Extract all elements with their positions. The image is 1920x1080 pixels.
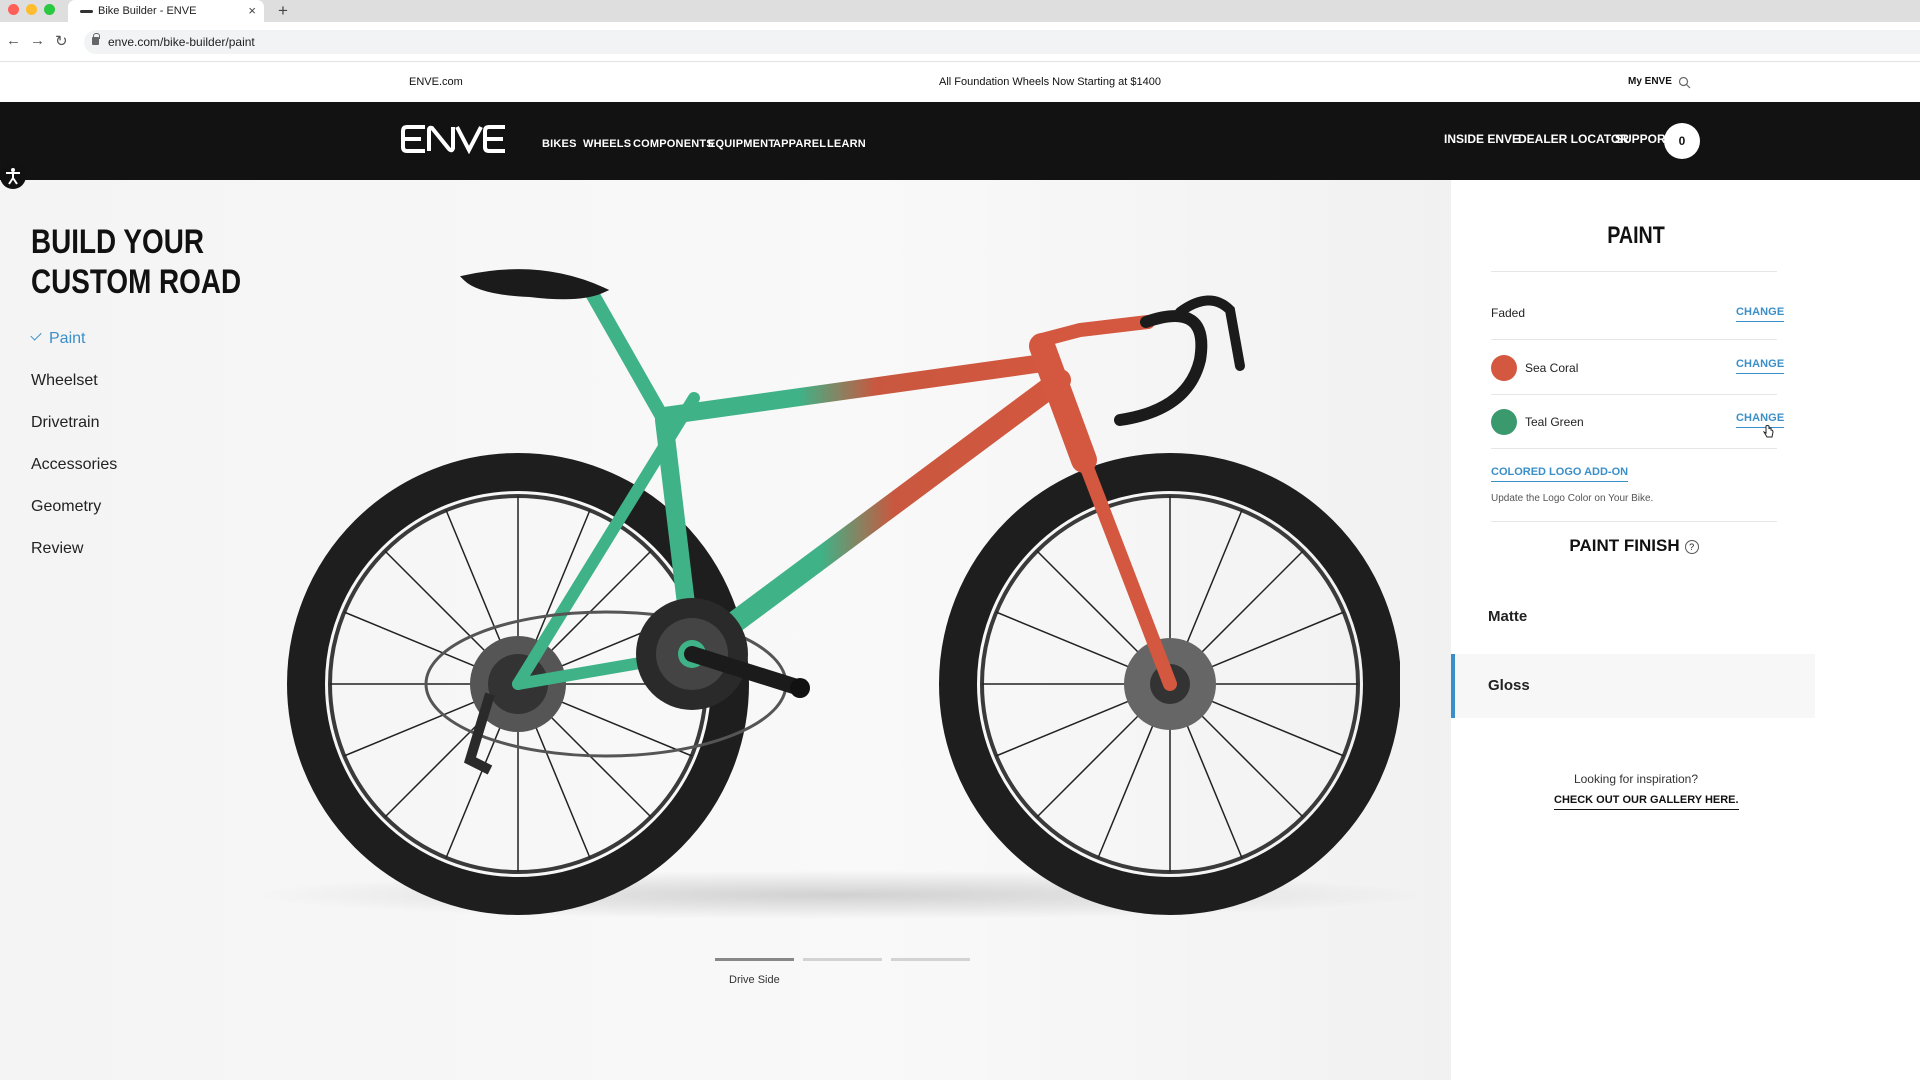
gallery-link[interactable]: CHECK OUT OUR GALLERY HERE. xyxy=(1554,794,1739,810)
color-2-label: Teal Green xyxy=(1525,415,1584,429)
checkmark-icon xyxy=(30,329,42,341)
main-navigation: BIKES WHEELS COMPONENTS EQUIPMENT APPARE… xyxy=(0,102,1920,180)
divider xyxy=(1491,271,1777,272)
step-paint[interactable]: Paint xyxy=(30,329,117,372)
step-label: Drivetrain xyxy=(31,414,100,431)
browser-tab[interactable]: Bike Builder - ENVE × xyxy=(68,0,264,22)
nav-equipment[interactable]: EQUIPMENT xyxy=(708,138,775,150)
finish-option-matte[interactable]: Matte xyxy=(1451,585,1815,649)
forward-button[interactable]: → xyxy=(30,32,45,49)
lock-icon xyxy=(92,33,100,45)
finish-label: Matte xyxy=(1488,608,1528,625)
view-dot-3[interactable] xyxy=(891,958,970,961)
bike-render[interactable] xyxy=(280,250,1400,930)
divider xyxy=(1491,339,1777,340)
view-label: Drive Side xyxy=(729,974,780,986)
browser-toolbar: ← → ↻ enve.com/bike-builder/paint xyxy=(0,22,1920,62)
teal-green-swatch[interactable] xyxy=(1491,409,1517,435)
step-label: Accessories xyxy=(31,456,118,473)
nav-wheels[interactable]: WHEELS xyxy=(583,138,631,150)
builder-title-line-2: CUSTOM ROAD xyxy=(31,263,242,301)
addon-description: Update the Logo Color on Your Bike. xyxy=(1491,493,1654,504)
builder-steps: Paint Wheelset Drivetrain Accessories Ge… xyxy=(30,329,117,582)
inspiration-text: Looking for inspiration? xyxy=(1573,772,1699,786)
step-label: Wheelset xyxy=(31,372,98,389)
step-review[interactable]: Review xyxy=(31,540,117,582)
step-label: Paint xyxy=(49,330,86,347)
paint-finish-title: PAINT FINISH xyxy=(1569,536,1680,555)
divider xyxy=(1491,521,1777,522)
close-window-icon[interactable] xyxy=(8,4,19,15)
nav-dealer-locator[interactable]: DEALER LOCATOR xyxy=(1518,132,1629,146)
url-text: enve.com/bike-builder/paint xyxy=(108,35,255,49)
announcement-bar: ENVE.com All Foundation Wheels Now Start… xyxy=(0,62,1920,102)
cart-button[interactable]: 0 xyxy=(1664,123,1700,159)
finish-option-gloss[interactable]: Gloss xyxy=(1451,654,1815,718)
help-icon[interactable]: ? xyxy=(1684,539,1699,554)
step-accessories[interactable]: Accessories xyxy=(31,456,117,498)
minimize-window-icon[interactable] xyxy=(26,4,37,15)
nav-inside-enve[interactable]: INSIDE ENVE xyxy=(1444,132,1520,146)
step-label: Review xyxy=(31,540,84,557)
builder-title: BUILD YOUR CUSTOM ROAD xyxy=(31,222,241,302)
nav-apparel[interactable]: APPAREL xyxy=(773,138,826,150)
nav-bikes[interactable]: BIKES xyxy=(542,138,577,150)
paint-finish-heading: PAINT FINISH? xyxy=(1451,536,1817,556)
maximize-window-icon[interactable] xyxy=(44,4,55,15)
builder-title-line-1: BUILD YOUR xyxy=(31,223,204,261)
my-enve-link[interactable]: My ENVE xyxy=(1628,76,1672,87)
tab-title: Bike Builder - ENVE xyxy=(98,5,197,17)
browser-tab-bar: Bike Builder - ENVE × + xyxy=(0,0,1920,22)
mouse-cursor xyxy=(1763,425,1774,438)
finish-label: Gloss xyxy=(1488,677,1530,694)
color-1-label: Sea Coral xyxy=(1525,361,1579,375)
panel-title: PAINT xyxy=(1607,222,1665,249)
sea-coral-swatch[interactable] xyxy=(1491,355,1517,381)
back-button[interactable]: ← xyxy=(6,32,21,49)
divider xyxy=(1491,394,1777,395)
change-scheme-button[interactable]: CHANGE xyxy=(1736,306,1785,322)
divider xyxy=(1491,448,1777,449)
view-dot-2[interactable] xyxy=(803,958,882,961)
change-color-1-button[interactable]: CHANGE xyxy=(1736,358,1785,374)
step-drivetrain[interactable]: Drivetrain xyxy=(31,414,117,456)
favicon-icon xyxy=(80,10,93,13)
step-label: Geometry xyxy=(31,498,102,515)
nav-learn[interactable]: LEARN xyxy=(827,138,866,150)
paint-scheme-label: Faded xyxy=(1491,306,1526,320)
view-dot-1[interactable] xyxy=(715,958,794,961)
accessibility-icon[interactable] xyxy=(0,163,26,189)
paint-options-panel: PAINT Faded CHANGE Sea Coral CHANGE Teal… xyxy=(1451,180,1920,1080)
new-tab-button[interactable]: + xyxy=(278,0,288,22)
reload-button[interactable]: ↻ xyxy=(55,32,68,50)
step-geometry[interactable]: Geometry xyxy=(31,498,117,540)
nav-components[interactable]: COMPONENTS xyxy=(633,138,714,150)
change-color-2-button[interactable]: CHANGE xyxy=(1736,412,1785,428)
enve-logo[interactable] xyxy=(401,124,507,154)
search-icon[interactable] xyxy=(1678,76,1691,89)
step-wheelset[interactable]: Wheelset xyxy=(31,372,117,414)
tab-close-icon[interactable]: × xyxy=(248,0,256,22)
address-bar[interactable]: enve.com/bike-builder/paint xyxy=(84,30,1920,54)
colored-logo-addon-link[interactable]: COLORED LOGO ADD-ON xyxy=(1491,466,1629,482)
